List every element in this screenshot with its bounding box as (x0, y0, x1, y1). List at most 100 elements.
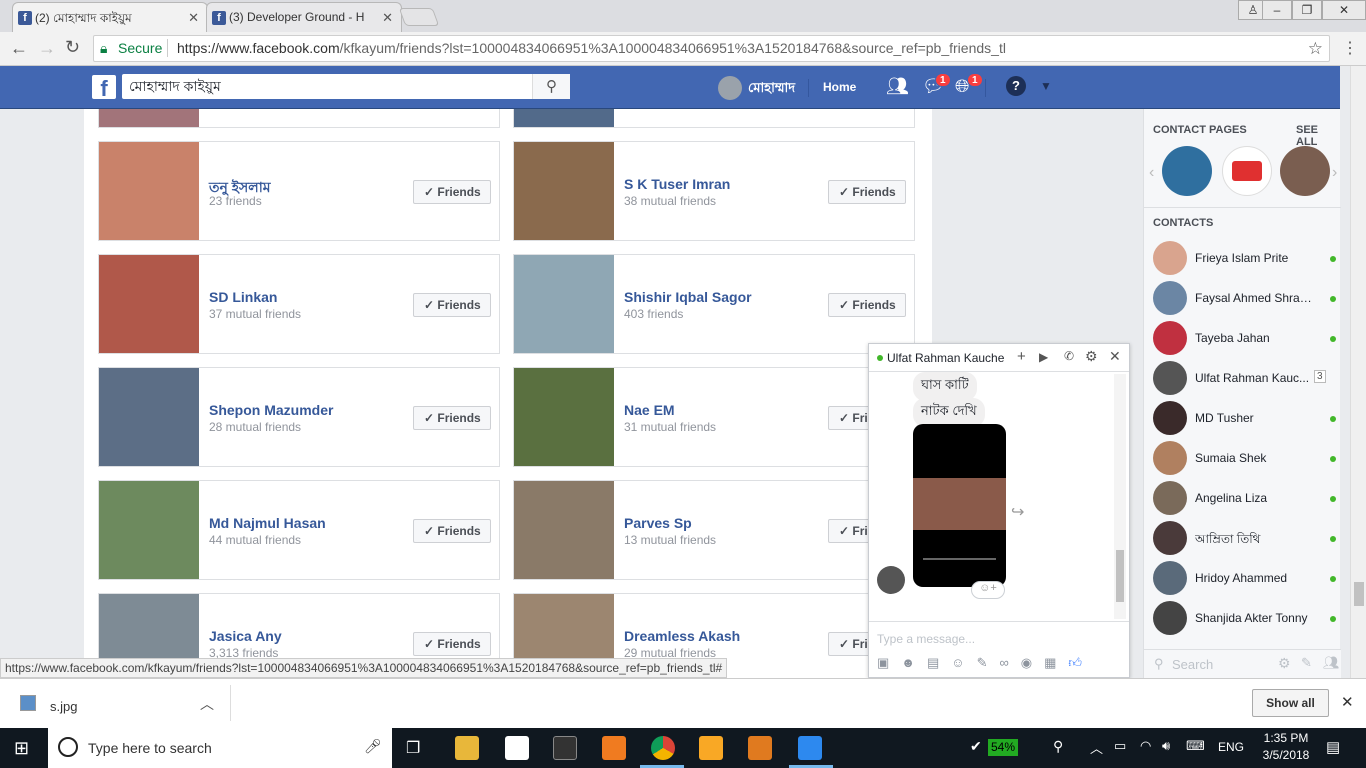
help-icon[interactable]: ? (1006, 76, 1026, 96)
friend-name[interactable]: Shepon Mazumder (209, 402, 333, 418)
forward-icon[interactable]: → (38, 38, 56, 59)
battery-icon[interactable]: ▭ (1114, 738, 1126, 754)
share-icon[interactable]: ↪ (1011, 502, 1024, 522)
sidebar-search-input[interactable]: Search (1172, 657, 1213, 672)
close-icon[interactable]: ✕ (1109, 348, 1121, 365)
video-call-icon[interactable]: ▶︎ (1039, 350, 1048, 364)
see-all-link[interactable]: SEE ALL (1296, 124, 1340, 148)
friend-photo[interactable] (514, 368, 614, 466)
windows-start-icon[interactable]: ⊞ (14, 738, 29, 759)
show-all-button[interactable]: Show all (1252, 689, 1329, 717)
people-icon[interactable]: ⚲ (1053, 738, 1063, 755)
friends-button[interactable]: ✓ Friends (828, 180, 906, 204)
mail-icon[interactable] (505, 736, 529, 760)
gear-icon[interactable]: ⚙ (1278, 655, 1291, 672)
close-window-icon[interactable]: ✕ (1322, 0, 1366, 20)
xampp-icon[interactable] (602, 736, 626, 760)
new-message-icon[interactable]: ✎ (1301, 655, 1312, 671)
create-group-icon[interactable]: 👥︎ (1323, 655, 1340, 671)
file-explorer-icon[interactable] (455, 736, 479, 760)
chevron-right-icon[interactable]: › (1332, 164, 1337, 182)
language-indicator[interactable]: ENG (1218, 740, 1244, 754)
contact-item[interactable]: Sumaia Shek (1144, 438, 1341, 478)
friend-name[interactable]: SD Linkan (209, 289, 277, 305)
reload-icon[interactable]: ↻ (65, 37, 80, 58)
security-shield-icon[interactable]: ✔ (970, 738, 982, 755)
contact-item[interactable]: Angelina Liza (1144, 478, 1341, 518)
clock-time[interactable]: 1:35 PM (1261, 731, 1311, 745)
friends-button[interactable]: ✓ Friends (828, 293, 906, 317)
battery-percent[interactable]: 54% (988, 739, 1019, 756)
chat-contact-name[interactable]: Ulfat Rahman Kauche (887, 351, 1004, 365)
friend-count[interactable]: 31 mutual friends (624, 420, 716, 434)
friend-name[interactable]: Dreamless Akash (624, 628, 740, 644)
close-tab-icon[interactable]: ✕ (382, 10, 393, 26)
close-tab-icon[interactable]: ✕ (188, 10, 199, 26)
gif-icon[interactable]: ▤ (927, 655, 951, 670)
bookmark-star-icon[interactable]: ☆ (1308, 36, 1323, 61)
contact-item[interactable]: Frieya Islam Prite (1144, 238, 1341, 278)
friend-name[interactable]: Jasica Any (209, 628, 282, 644)
video-app-icon[interactable] (798, 736, 822, 760)
search-input[interactable]: মোহাম্মাদ কাইয়ুম (122, 74, 570, 99)
table-icon[interactable]: ▦ (1044, 655, 1068, 670)
sublime-text-icon[interactable] (699, 736, 723, 760)
link-icon[interactable]: ∞ (999, 655, 1020, 670)
gear-icon[interactable]: ⚙ (1085, 348, 1098, 365)
friend-name[interactable]: Parves Sp (624, 515, 692, 531)
camera-icon[interactable]: ◉ (1021, 655, 1044, 670)
chat-scrollbar[interactable] (1114, 374, 1126, 619)
keyboard-icon[interactable]: ⌨ (1186, 738, 1205, 754)
chevron-up-icon[interactable]: ︿ (200, 694, 214, 714)
friend-count[interactable]: 37 mutual friends (209, 307, 301, 321)
message-input[interactable]: Type a message... (877, 632, 975, 646)
friends-button[interactable]: ✓ Friends (413, 293, 491, 317)
contact-item[interactable]: MD Tusher (1144, 398, 1341, 438)
chat-titlebar[interactable]: Ulfat Rahman Kauche + ▶︎ ✆ ⚙ ✕ (869, 344, 1129, 372)
account-menu-caret-icon[interactable]: ▼ (1040, 79, 1052, 93)
sticker-icon[interactable]: ☻ (901, 655, 927, 670)
chrome-icon[interactable] (651, 736, 675, 760)
task-view-icon[interactable]: ❐ (406, 738, 420, 758)
contact-item[interactable]: Tayeba Jahan (1144, 318, 1341, 358)
contact-item[interactable]: Hridoy Ahammed (1144, 558, 1341, 598)
friend-photo[interactable] (514, 255, 614, 353)
volume-icon[interactable]: 🔊︎ (1162, 738, 1170, 754)
friend-photo[interactable] (514, 142, 614, 240)
facebook-logo-icon[interactable]: f (92, 75, 116, 101)
contact-page-avatar[interactable] (1280, 146, 1330, 196)
home-link[interactable]: Home (823, 80, 856, 94)
phone-icon[interactable]: ✆ (1064, 349, 1074, 363)
friend-requests-icon[interactable]: 👥︎ (886, 76, 909, 97)
back-icon[interactable]: ← (10, 38, 28, 59)
friends-button[interactable]: ✓ Friends (413, 406, 491, 430)
add-people-icon[interactable]: + (1017, 348, 1026, 365)
video-attachment[interactable] (913, 424, 1006, 587)
friend-count[interactable]: 403 friends (624, 307, 683, 321)
photo-icon[interactable]: ▣ (877, 655, 901, 670)
url-field[interactable]: 🔒︎ Secure https://www.facebook.com/kfkay… (93, 35, 1330, 62)
chevron-left-icon[interactable]: ‹ (1149, 164, 1154, 182)
microphone-icon[interactable]: 🎤︎ (364, 738, 382, 755)
taskbar-search[interactable]: Type here to search 🎤︎ (48, 728, 392, 768)
close-downloads-icon[interactable]: ✕ (1341, 693, 1354, 711)
friend-photo[interactable] (99, 255, 199, 353)
attachment-icon[interactable]: ✎ (977, 655, 1000, 670)
contact-page-avatar[interactable] (1222, 146, 1272, 196)
friend-name[interactable]: Shishir Iqbal Sagor (624, 289, 752, 305)
contact-item[interactable]: Faysal Ahmed Shrabon (1144, 278, 1341, 318)
friends-button[interactable]: ✓ Friends (413, 180, 491, 204)
friends-button[interactable]: ✓ Friends (413, 519, 491, 543)
media-player-icon[interactable] (748, 736, 772, 760)
minimize-icon[interactable]: – (1262, 0, 1292, 20)
profile-avatar[interactable] (718, 76, 742, 100)
react-emoji-icon[interactable]: ☺+ (971, 581, 1005, 599)
download-file-name[interactable]: s.jpg (50, 699, 77, 714)
contact-item[interactable]: Shanjida Akter Tonny (1144, 598, 1341, 638)
friend-name[interactable]: Nae EM (624, 402, 675, 418)
like-icon[interactable]: 👍︎ (1068, 655, 1094, 670)
friend-count[interactable]: 28 mutual friends (209, 420, 301, 434)
friend-name[interactable]: S K Tuser Imran (624, 176, 730, 192)
profile-name[interactable]: মোহাম্মাদ (748, 79, 795, 100)
friend-count[interactable]: 38 mutual friends (624, 194, 716, 208)
